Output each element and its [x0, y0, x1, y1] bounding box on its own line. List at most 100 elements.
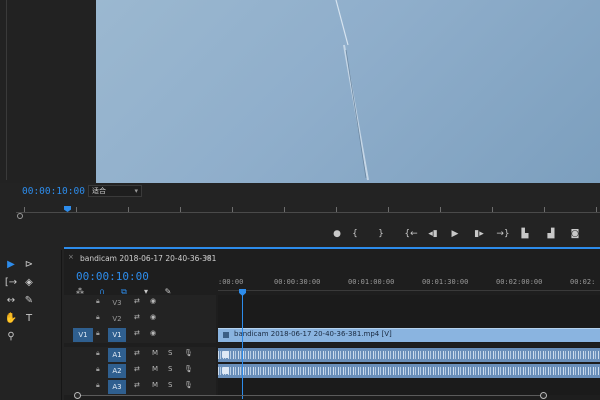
sync-lock-icon[interactable]: ⇄ [134, 329, 140, 337]
sync-lock-icon[interactable]: ⇄ [134, 349, 140, 357]
timeline-playhead-line [242, 295, 243, 399]
ruler-tick [24, 207, 25, 212]
step-forward-icon[interactable]: ▮▸ [472, 227, 486, 241]
monitor-scroll-handle[interactable] [17, 213, 23, 219]
marker-icon[interactable]: ● [330, 227, 344, 241]
solo-button[interactable]: S [168, 349, 172, 357]
solo-button[interactable]: S [168, 365, 172, 373]
program-monitor: 00:00:10:00 适合 ▾ ● {} {← ◂▮ ▶ ▮▸ →} ▙ ▟ ◙ [0, 0, 600, 246]
lock-icon[interactable]: 🔒︎ [96, 297, 100, 306]
track-header: 🔒︎ A2 ⇄ M S 🎙︎ [64, 363, 216, 379]
ruler-tick [492, 207, 493, 212]
ruler-tick [180, 207, 181, 212]
ripple-edit-tool-icon[interactable]: [→ [4, 276, 18, 290]
video-clip[interactable]: bandicam 2018-06-17 20-40-36-381.mp4 [V] [218, 328, 600, 342]
export-frame-icon[interactable]: ◙ [568, 227, 582, 241]
track-a2: 🔒︎ A2 ⇄ M S 🎙︎ [64, 363, 600, 379]
go-to-in-icon[interactable]: {← [404, 227, 418, 241]
close-icon[interactable]: × [68, 253, 74, 261]
ruler-tick [440, 207, 441, 212]
video-content [335, 0, 369, 181]
chevron-down-icon: ▾ [134, 187, 138, 195]
zoom-fit-value: 适合 [92, 187, 106, 195]
track-target-toggle[interactable]: V1 [108, 328, 126, 342]
type-tool-icon[interactable]: T [22, 312, 36, 326]
mute-button[interactable]: M [152, 349, 158, 357]
play-icon[interactable]: ▶ [448, 227, 462, 241]
track-header: 🔒︎ A1 ⇄ M S 🎙︎ [64, 347, 216, 363]
video-preview [96, 0, 600, 183]
track-select-tool-icon[interactable]: ⊳ [22, 258, 36, 272]
track-target-toggle[interactable]: V3 [108, 296, 126, 310]
ruler-tick [388, 207, 389, 212]
timeline-panel: × bandicam 2018-06-17 20-40-36-381 ≡ 00:… [64, 247, 600, 400]
ruler-tick [336, 207, 337, 212]
microphone-icon[interactable]: 🎙︎ [184, 365, 193, 373]
ruler-tick [284, 207, 285, 212]
track-v2: 🔒︎ V2 ⇄ ◉ [64, 311, 600, 327]
panel-menu-icon[interactable]: ≡ [204, 253, 211, 262]
eye-icon[interactable]: ◉ [150, 313, 156, 321]
playhead-timecode[interactable]: 00:00:10:00 [22, 186, 85, 197]
microphone-icon[interactable]: 🎙︎ [184, 381, 193, 389]
track-lane[interactable] [218, 311, 600, 327]
track-target-toggle[interactable]: V2 [108, 312, 126, 326]
scroll-end-handle[interactable] [540, 392, 547, 399]
mute-button[interactable]: M [152, 365, 158, 373]
hand-tool-icon[interactable]: ✋ [4, 312, 18, 326]
pen-tool-icon[interactable]: ✎ [22, 294, 36, 308]
track-target-toggle[interactable]: A2 [108, 364, 126, 378]
track-lane[interactable] [218, 295, 600, 311]
track-lane[interactable]: bandicam 2018-06-17 20-40-36-381.mp4 [V] [218, 327, 600, 343]
sync-lock-icon[interactable]: ⇄ [134, 297, 140, 305]
mark-out-icon[interactable]: } [374, 227, 388, 241]
extract-icon[interactable]: ▟ [544, 227, 558, 241]
lock-icon[interactable]: 🔒︎ [96, 365, 100, 374]
selection-tool-icon[interactable]: ▶ [4, 258, 18, 272]
timeline-timecode[interactable]: 00:00:10:00 [76, 270, 149, 283]
sync-lock-icon[interactable]: ⇄ [134, 381, 140, 389]
ruler-tick [232, 207, 233, 212]
razor-tool-icon[interactable]: ◈ [22, 276, 36, 290]
timeline-ruler[interactable]: :00:00 00:00:30:00 00:01:00:00 00:01:30:00 0… [218, 278, 600, 294]
timeline-scrollbar[interactable] [66, 391, 600, 400]
mark-in-icon[interactable]: { [348, 227, 362, 241]
ruler-tick [596, 207, 597, 212]
microphone-icon[interactable]: 🎙︎ [184, 349, 193, 357]
lift-icon[interactable]: ▙ [518, 227, 532, 241]
audio-clip[interactable] [218, 348, 600, 362]
track-header: V1 🔒︎ V1 ⇄ ◉ [64, 327, 216, 343]
zoom-fit-select[interactable]: 适合 ▾ [88, 185, 142, 197]
eye-icon[interactable]: ◉ [150, 329, 156, 337]
sync-lock-icon[interactable]: ⇄ [134, 365, 140, 373]
step-back-icon[interactable]: ◂▮ [426, 227, 440, 241]
ruler-label: 00:02:00:00 [496, 278, 543, 286]
track-v1: V1 🔒︎ V1 ⇄ ◉ bandicam 2018-06-17 20-40-36-381… [64, 327, 600, 343]
mute-button[interactable]: M [152, 381, 158, 389]
fx-badge-icon [222, 367, 229, 374]
sync-lock-icon[interactable]: ⇄ [134, 313, 140, 321]
go-to-out-icon[interactable]: →} [496, 227, 510, 241]
source-patch[interactable]: V1 [73, 328, 93, 342]
sequence-tab[interactable]: bandicam 2018-06-17 20-40-36-381 [80, 254, 216, 263]
track-lane[interactable] [218, 347, 600, 363]
slip-tool-icon[interactable]: ↔ [4, 294, 18, 308]
track-a1: 🔒︎ A1 ⇄ M S 🎙︎ [64, 347, 600, 363]
fx-badge-icon [223, 332, 229, 338]
zoom-tool-icon[interactable]: ⚲ [4, 330, 18, 344]
track-target-toggle[interactable]: A1 [108, 348, 126, 362]
lock-icon[interactable]: 🔒︎ [96, 313, 100, 322]
solo-button[interactable]: S [168, 381, 172, 389]
audio-clip[interactable] [218, 364, 600, 378]
ruler-label: :00:00 [218, 278, 244, 286]
monitor-time-ruler[interactable] [16, 205, 600, 217]
scroll-start-handle[interactable] [74, 392, 81, 399]
lock-icon[interactable]: 🔒︎ [96, 381, 100, 390]
audio-waveform [218, 351, 600, 359]
lock-icon[interactable]: 🔒︎ [96, 349, 100, 358]
ruler-label: 00:02: [570, 278, 596, 286]
track-lane[interactable] [218, 363, 600, 379]
ruler-tick [76, 207, 77, 212]
eye-icon[interactable]: ◉ [150, 297, 156, 305]
lock-icon[interactable]: 🔒︎ [96, 329, 100, 338]
